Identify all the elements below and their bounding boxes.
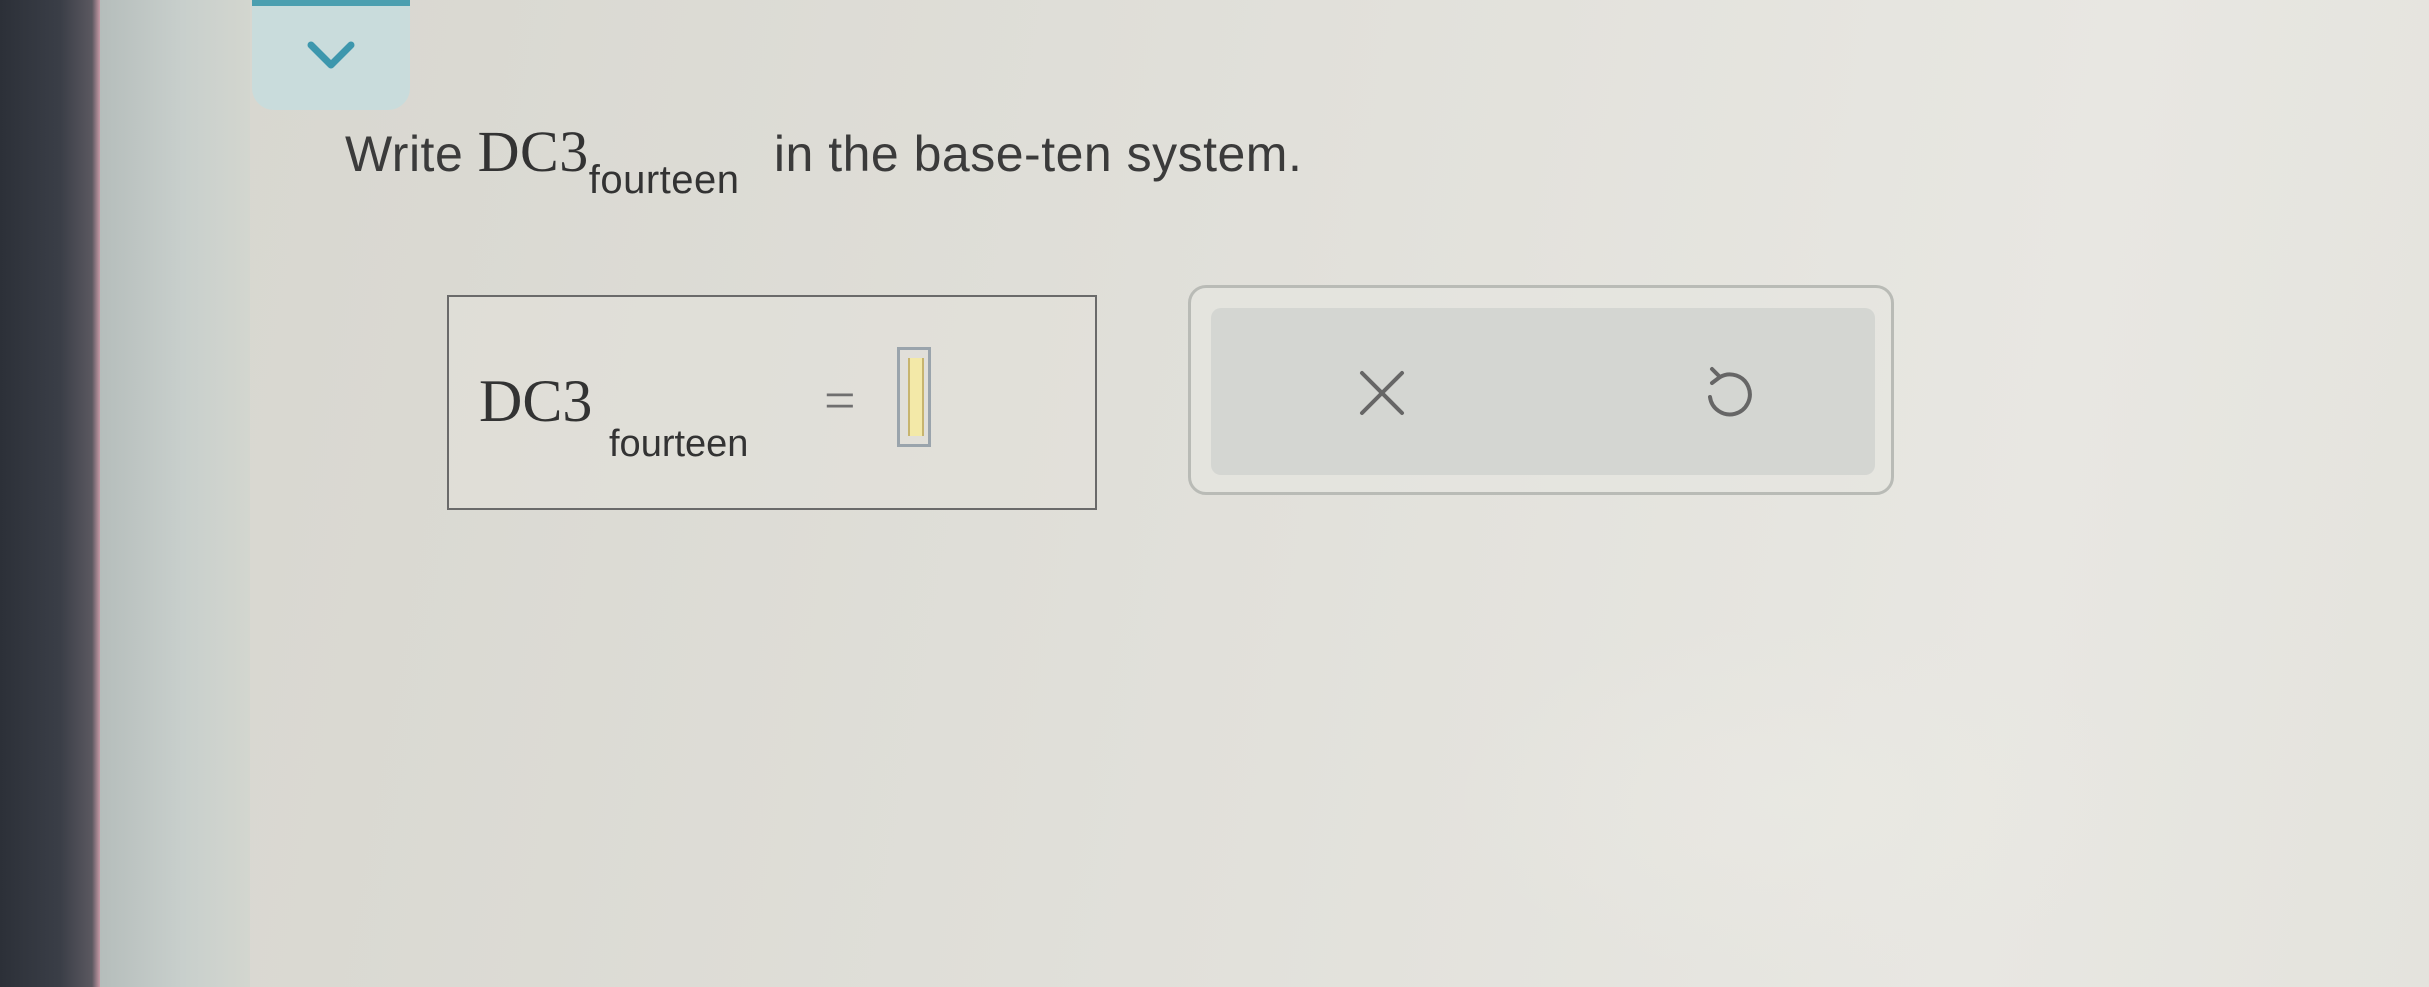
accent-bar (252, 0, 410, 6)
question-base-subscript: fourteen (588, 158, 740, 202)
undo-icon (1708, 367, 1752, 417)
screen-glare (1450, 620, 2150, 980)
tool-panel-inner (1211, 308, 1875, 475)
answer-input[interactable] (897, 347, 931, 447)
question-prompt: Write DC3fourteen in the base-ten system… (345, 118, 1303, 202)
undo-button[interactable] (1683, 348, 1773, 438)
answer-area: DC3 fourteen = (447, 295, 1097, 510)
answer-number: DC3 (479, 368, 593, 434)
screen-left-margin (100, 0, 250, 987)
equals-sign: = (824, 370, 856, 432)
question-number: DC3 (477, 119, 589, 184)
question-prefix: Write (345, 126, 464, 182)
input-cursor-slot (908, 358, 924, 436)
monitor-bezel (0, 0, 100, 987)
question-suffix: in the base-ten system. (773, 126, 1303, 182)
tool-panel (1188, 285, 1894, 495)
answer-base-subscript: fourteen (609, 423, 749, 465)
x-icon (1360, 371, 1404, 415)
chevron-down-icon (307, 41, 355, 69)
clear-button[interactable] (1337, 348, 1427, 438)
collapse-toggle-button[interactable] (252, 0, 410, 110)
